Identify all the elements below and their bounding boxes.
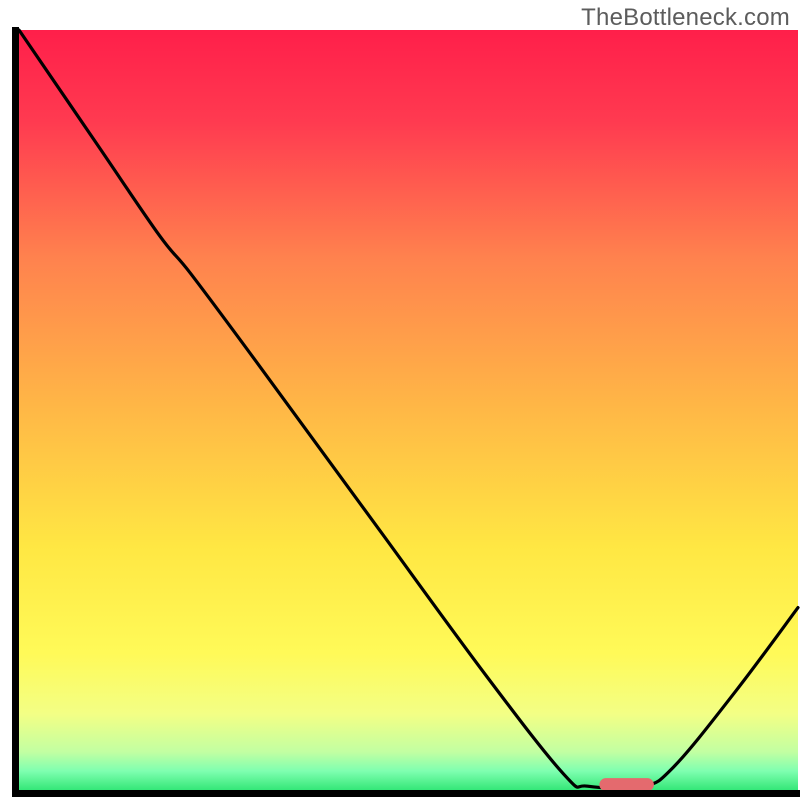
chart-container: { "watermark": "TheBottleneck.com", "cha… (0, 0, 800, 800)
plot-background (19, 30, 798, 790)
frame-bottom (12, 790, 800, 797)
bottleneck-chart (0, 0, 800, 800)
watermark-text: TheBottleneck.com (581, 4, 790, 32)
optimal-marker (599, 778, 654, 791)
frame-left (12, 27, 19, 797)
